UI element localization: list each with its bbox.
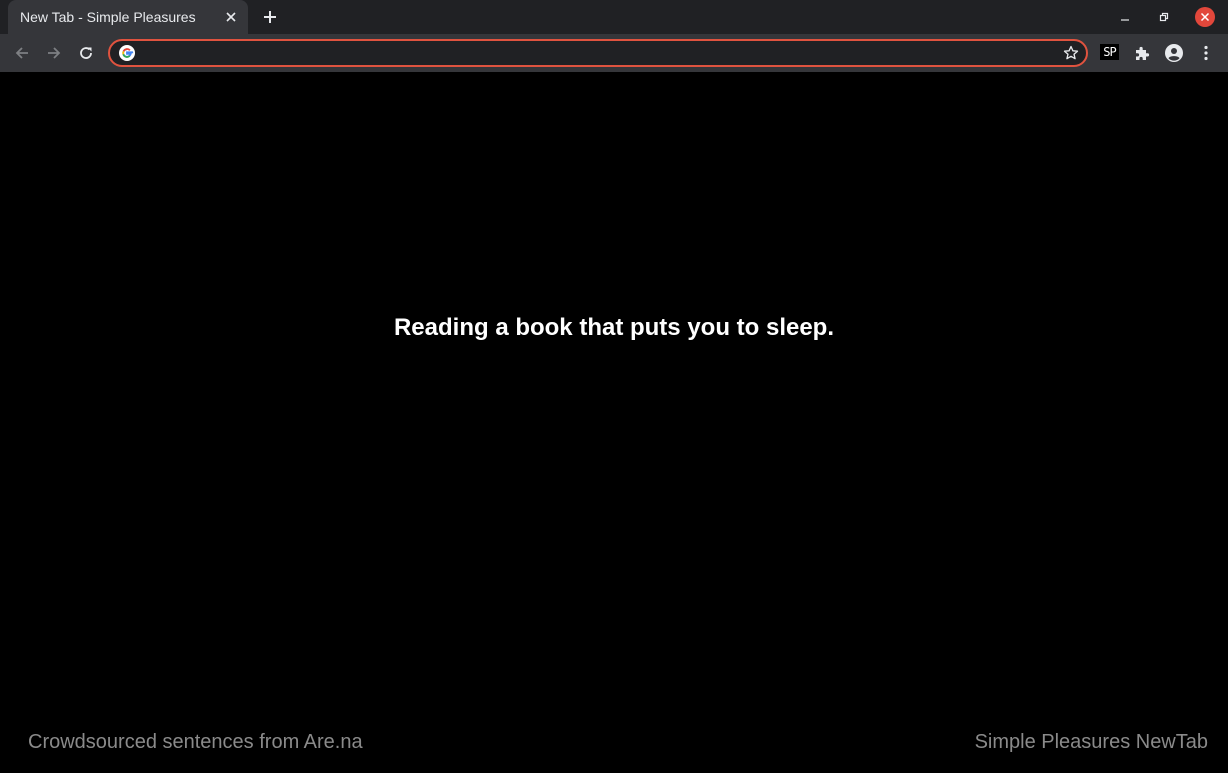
pleasure-sentence: Reading a book that puts you to sleep.: [393, 314, 835, 341]
forward-arrow-icon[interactable]: [42, 41, 66, 65]
tab-title: New Tab - Simple Pleasures: [20, 9, 196, 25]
footer-extension-name[interactable]: Simple Pleasures NewTab: [975, 730, 1208, 754]
address-bar[interactable]: [108, 39, 1088, 67]
window-close-icon[interactable]: [1195, 7, 1215, 27]
google-icon: [119, 45, 135, 61]
tab-strip: New Tab - Simple Pleasures: [0, 0, 1228, 34]
puzzle-icon[interactable]: [1130, 41, 1154, 65]
reload-icon[interactable]: [74, 41, 98, 65]
plus-icon[interactable]: [259, 6, 281, 28]
back-arrow-icon[interactable]: [10, 41, 34, 65]
restore-icon[interactable]: [1154, 7, 1174, 27]
simple-pleasures-extension-button[interactable]: SP: [1100, 44, 1119, 60]
close-icon[interactable]: [222, 8, 240, 26]
omnibox-input[interactable]: [142, 43, 1052, 63]
footer-credit-link[interactable]: Crowdsourced sentences from Are.na: [28, 730, 363, 754]
browser-toolbar: SP: [0, 34, 1228, 72]
new-tab-page: Reading a book that puts you to sleep. C…: [0, 72, 1228, 773]
more-vert-icon[interactable]: [1194, 41, 1218, 65]
minimize-icon[interactable]: [1115, 7, 1135, 27]
tab-new-tab[interactable]: New Tab - Simple Pleasures: [8, 0, 248, 34]
account-icon[interactable]: [1162, 41, 1186, 65]
star-icon[interactable]: [1061, 43, 1081, 63]
